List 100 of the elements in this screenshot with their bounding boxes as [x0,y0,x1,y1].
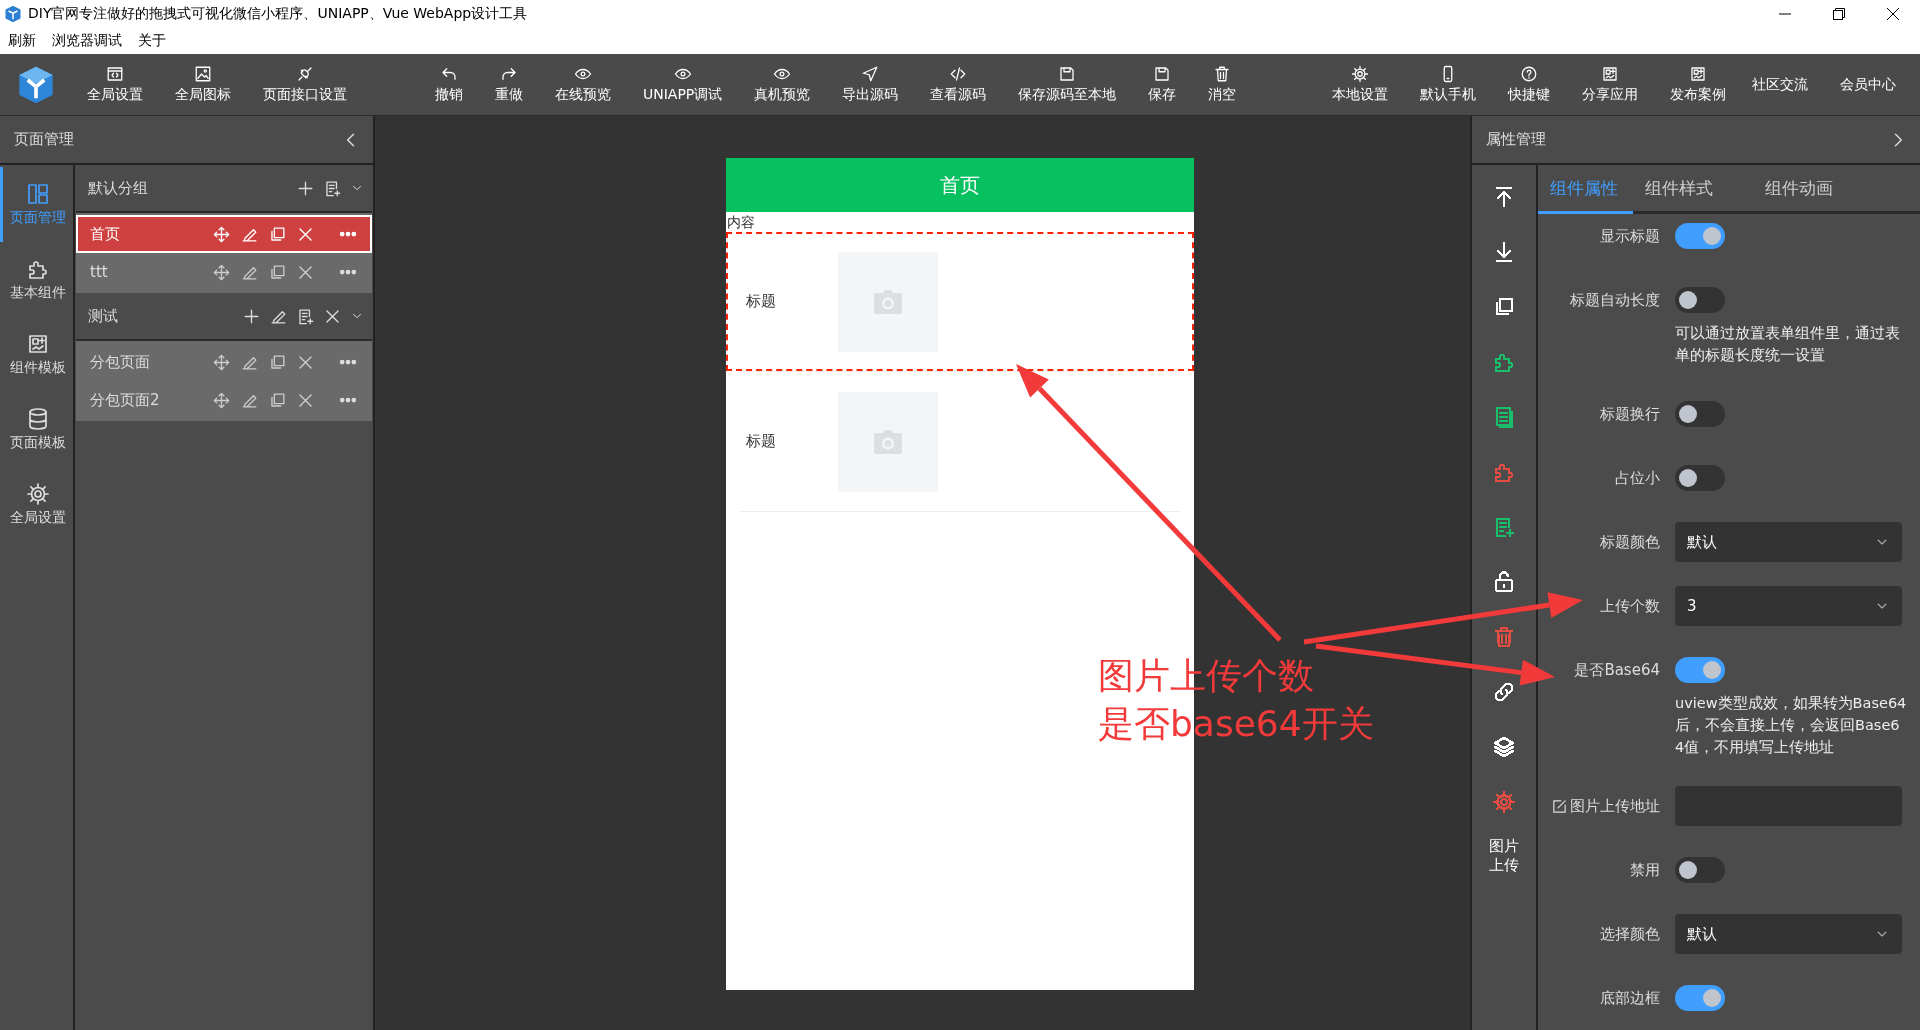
page-title-bar: 首页 [726,158,1194,212]
toolbar-button[interactable]: 重做 [479,54,539,115]
field-label: 显示标题 [1600,226,1660,246]
page-row[interactable]: 首页 [76,215,372,253]
page-name: 分包页面 [90,352,151,372]
add-icon[interactable] [242,306,261,326]
toggle-switch[interactable] [1675,985,1725,1011]
menu-item[interactable]: 刷新 [8,31,36,50]
add-icon[interactable] [296,178,315,198]
field-label: 占位小 [1615,468,1660,488]
save-icon [1153,65,1172,83]
page-name: ttt [90,263,109,281]
lock-icon[interactable] [1492,569,1516,594]
toolbar-button[interactable]: 消空 [1192,54,1253,115]
toolbar-button[interactable]: 全局图标 [159,54,247,115]
select-field[interactable]: 默认 [1675,522,1902,562]
image-icon [194,65,212,83]
plug-icon [296,65,314,83]
toolbar-button[interactable]: 真机预览 [738,54,827,115]
toggle-switch[interactable] [1675,465,1725,491]
toolbar-button[interactable]: 全局设置 [71,54,159,115]
help-icon [1520,65,1539,83]
code-icon [949,65,968,83]
tab[interactable]: 组件动画 [1753,165,1873,214]
toolbar-button[interactable]: 页面接口设置 [247,54,363,115]
nav-item[interactable]: 基本组件 [0,242,73,317]
toggle-switch[interactable] [1675,223,1725,249]
copy-icon[interactable] [268,224,287,244]
trash-icon [1213,65,1232,83]
move-icon[interactable] [212,390,231,410]
page-row[interactable]: 分包页面 [76,343,372,381]
toolbar-button[interactable]: 撤销 [419,54,479,115]
toggle-switch[interactable] [1675,401,1725,427]
add-page-icon[interactable] [323,178,342,198]
panel-title: 属性管理 [1486,130,1546,149]
layers-icon[interactable] [1492,734,1516,759]
toolbar-button[interactable]: 导出源码 [826,54,915,115]
page-name: 分包页面2 [90,390,161,410]
page-row[interactable]: ttt [76,253,372,291]
edit-icon[interactable] [1551,797,1568,815]
close-icon[interactable] [1886,6,1900,21]
field-label: 标题自动长度 [1570,290,1660,310]
nav-item[interactable]: 页面模板 [0,392,73,467]
toolbar-button[interactable]: 保存源码至本地 [1002,54,1133,115]
help-text: 可以通过放置表单组件里，通过表单的标题长度统一设置 [1675,324,1901,365]
page-name: 首页 [90,224,121,244]
toolbar-button[interactable]: 分享应用 [1566,54,1655,115]
input-field[interactable] [1675,786,1902,826]
upload-form-item[interactable]: 标题 [726,372,1194,511]
field-label: 是否Base64 [1574,660,1660,680]
field-label: 禁用 [1630,860,1660,880]
template-icon [1689,65,1708,83]
add-page-icon[interactable] [296,306,315,326]
group-name: 测试 [88,306,119,326]
nav-item[interactable]: 组件模板 [0,317,73,392]
settings-icon [1351,65,1370,83]
field-label: 选择颜色 [1600,924,1660,944]
move-icon[interactable] [212,352,231,372]
menu-item[interactable]: 浏览器调试 [52,31,122,50]
toolbar-button[interactable]: 查看源码 [914,54,1003,115]
field-label: 标题 [746,432,777,451]
database-icon [26,407,50,431]
panel-title: 页面管理 [14,130,74,149]
field-label: 标题换行 [1600,404,1660,424]
code-folder-icon [106,65,124,83]
page-row[interactable]: 分包页面2 [76,381,372,419]
redo-icon [500,65,518,83]
select-field[interactable]: 默认 [1675,914,1902,954]
menu-item[interactable]: 关于 [138,31,166,50]
toolbar-button[interactable]: 快捷键 [1492,54,1567,115]
field-label: 标题颜色 [1600,532,1660,552]
toolbar-button[interactable]: 会员中心 [1824,54,1913,115]
template-icon [1601,65,1620,83]
toolbar-button[interactable]: 保存 [1132,54,1193,115]
toggle-switch[interactable] [1675,857,1725,883]
toolbar-button[interactable]: 本地设置 [1316,54,1405,115]
window-title: DIY官网专注做好的拖拽式可视化微信小程序、UNIAPP、Vue WebApp设计工具 [28,4,529,23]
camera-icon [874,429,902,454]
toggle-switch[interactable] [1675,287,1725,313]
undo-icon [440,65,458,83]
save-icon [1058,65,1077,83]
layout-icon [26,182,50,206]
move-icon[interactable] [212,224,231,244]
tab[interactable]: 组件样式 [1633,165,1753,214]
send-icon [861,65,880,83]
upload-form-item[interactable]: 标题 [726,232,1194,371]
toolbar-button[interactable]: UNIAPP调试 [627,54,739,115]
toggle-switch[interactable] [1675,657,1725,683]
group-name: 默认分组 [88,178,149,198]
toolbar-button[interactable]: 默认手机 [1404,54,1493,115]
help-text: uview类型成效，如果转为Base64后，不会直接上传，会返回Base64值，不用填写上传地址 [1675,694,1907,757]
content-label: 内容 [726,213,755,232]
maximize-icon[interactable] [1832,6,1846,21]
settings-icon [26,482,50,506]
move-icon[interactable] [212,262,231,282]
nav-item[interactable]: 全局设置 [0,467,73,542]
field-label: 底部边框 [1600,988,1660,1008]
toolbar-button[interactable]: 在线预览 [539,54,627,115]
field-label: 上传个数 [1600,596,1660,616]
select-field[interactable]: 3 [1675,586,1902,626]
